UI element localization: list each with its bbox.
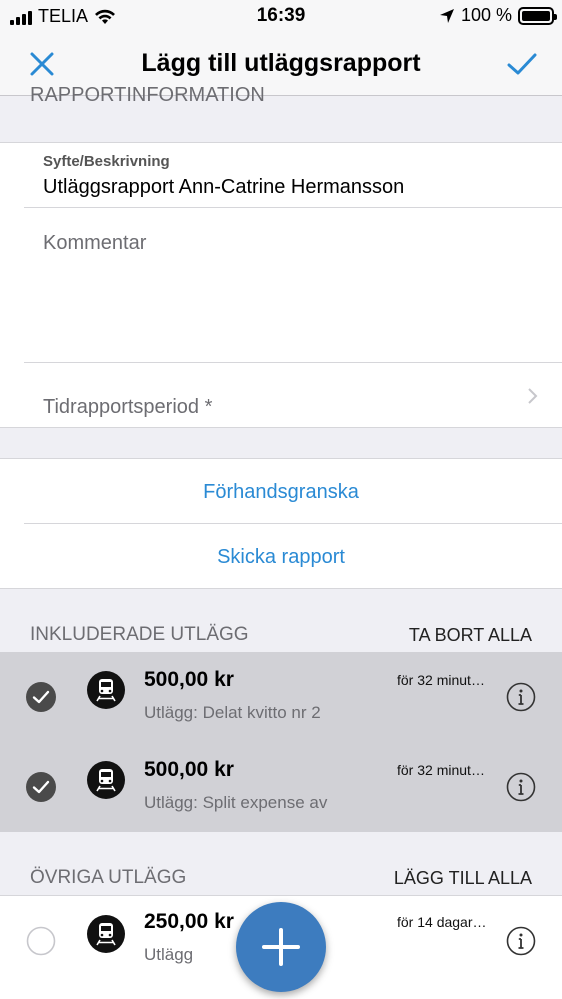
divider (24, 362, 562, 363)
section-header-other: ÖVRIGA UTLÄGG LÄGG TILL ALLA (0, 867, 562, 889)
checked-circle-icon[interactable] (26, 682, 56, 712)
status-right: 100 % (439, 5, 557, 26)
add-all-button[interactable]: LÄGG TILL ALLA (394, 868, 532, 889)
included-list: 500,00 kr Utlägg: Delat kvitto nr 2 för … (0, 652, 562, 832)
expense-description: Utlägg (144, 945, 194, 964)
expense-amount: 500,00 kr (144, 758, 234, 781)
section-header-report-info: RAPPORTINFORMATION (0, 84, 562, 106)
checked-circle-icon[interactable] (26, 772, 56, 802)
add-expense-button[interactable] (236, 902, 326, 992)
expense-time: för 32 minuter sedan (397, 672, 489, 688)
plus-icon (262, 928, 300, 966)
other-title: ÖVRIGA UTLÄGG (30, 867, 187, 888)
expense-amount: 250,00 kr (144, 910, 234, 933)
page-title: Lägg till utläggsrapport (141, 49, 421, 77)
expense-description: Utlägg: Split expense av (144, 793, 328, 812)
report-info-card: Syfte/Beskrivning Utläggsrapport Ann-Cat… (0, 142, 562, 428)
battery-percent: 100 % (460, 5, 512, 25)
location-arrow-icon (439, 8, 454, 23)
expense-row[interactable]: 500,00 kr Utlägg: Delat kvitto nr 2 för … (0, 652, 562, 742)
info-icon[interactable] (506, 926, 536, 956)
purpose-label: Syfte/Beskrivning (43, 153, 170, 170)
status-bar: TELIA 16:39 100 % (0, 0, 562, 32)
info-icon[interactable] (506, 682, 536, 712)
info-icon[interactable] (506, 772, 536, 802)
train-icon (87, 915, 125, 953)
train-icon (87, 671, 125, 709)
section-header-included: INKLUDERADE UTLÄGG TA BORT ALLA (0, 624, 562, 646)
unchecked-circle-icon[interactable] (26, 926, 56, 956)
divider (24, 523, 562, 524)
preview-button[interactable]: Förhandsgranska (0, 481, 562, 504)
remove-all-button[interactable]: TA BORT ALLA (409, 625, 532, 646)
expense-time: för 32 minuter sedan (397, 762, 489, 778)
train-icon (87, 761, 125, 799)
section-title: RAPPORTINFORMATION (30, 83, 265, 106)
included-title: INKLUDERADE UTLÄGG (30, 624, 249, 645)
checkmark-icon[interactable] (504, 46, 540, 82)
battery-icon (518, 6, 557, 25)
send-report-button[interactable]: Skicka rapport (0, 546, 562, 569)
comment-field[interactable]: Kommentar (43, 232, 146, 255)
actions-card: Förhandsgranska Skicka rapport (0, 458, 562, 589)
expense-row[interactable]: 500,00 kr Utlägg: Split expense av för 3… (0, 742, 562, 832)
period-field-label[interactable]: Tidrapportsperiod * (43, 396, 212, 419)
expense-description: Utlägg: Delat kvitto nr 2 (144, 703, 321, 722)
expense-amount: 500,00 kr (144, 668, 234, 691)
divider (24, 207, 562, 208)
purpose-input[interactable]: Utläggsrapport Ann-Catrine Hermansson (43, 176, 404, 199)
chevron-right-icon[interactable] (526, 387, 540, 405)
expense-time: för 14 dagar sedan (397, 914, 489, 930)
